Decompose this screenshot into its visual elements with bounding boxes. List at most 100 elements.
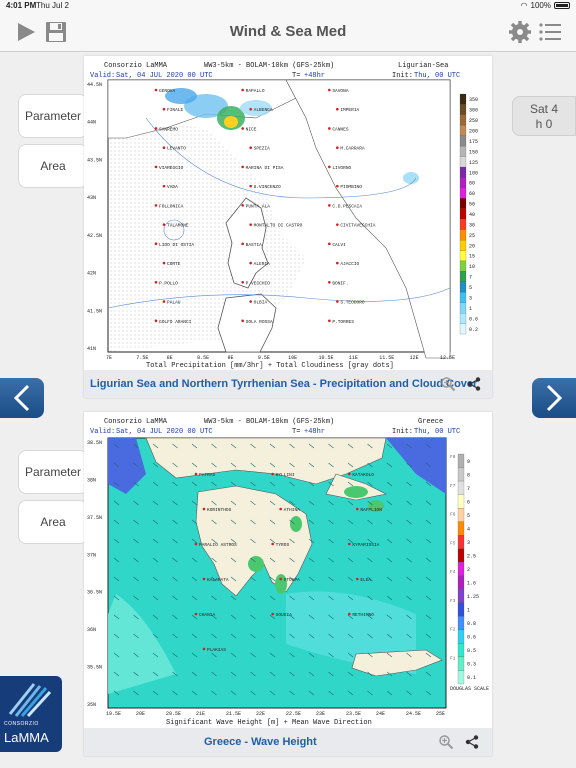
- latitude-tick-label: 35.5N: [87, 665, 102, 671]
- scale-swatch: [459, 93, 467, 105]
- chevron-right-icon: [546, 384, 563, 412]
- place-marker: [328, 242, 331, 246]
- scale-value-label: 10: [469, 264, 475, 270]
- douglas-scale-label: F3: [450, 598, 456, 604]
- previous-map-button[interactable]: [0, 378, 44, 418]
- parameter-button-label: Parameter: [24, 465, 82, 479]
- share-icon[interactable]: [466, 376, 482, 392]
- place-marker: [328, 127, 331, 130]
- place-marker: [328, 319, 331, 323]
- map-footer: Significant Wave Height [m] + Mean Wave …: [166, 719, 372, 727]
- latitude-tick-label: 37N: [87, 552, 96, 558]
- status-bar: 4:01 PM Thu Jul 2 ◠ 100%: [0, 0, 576, 12]
- map-caption[interactable]: Ligurian Sea and Northern Tyrrhenian Sea…: [90, 378, 477, 390]
- place-marker: [328, 204, 331, 207]
- area-button-1[interactable]: Area: [18, 144, 88, 188]
- scale-value-label: 0.6: [467, 635, 476, 641]
- place-label: NICE: [246, 126, 257, 132]
- place-label: P.POLLO: [159, 280, 178, 286]
- scale-value-label: 4: [467, 526, 470, 532]
- place-marker: [249, 146, 252, 149]
- list-menu-icon[interactable]: [538, 20, 562, 44]
- zoom-in-icon[interactable]: [440, 376, 456, 392]
- place-marker: [249, 184, 252, 188]
- latitude-tick-label: 44N: [87, 120, 96, 126]
- scale-swatch: [457, 670, 465, 685]
- scale-value-label: 0.8: [467, 621, 476, 627]
- place-marker: [336, 261, 339, 265]
- place-label: ATHINA: [284, 507, 301, 513]
- scale-value-label: 8: [467, 472, 470, 478]
- t-value: +48hr: [304, 72, 325, 80]
- navigation-bar: Wind & Sea Med: [0, 12, 576, 52]
- place-label: SAVONA: [332, 88, 349, 94]
- ligurian-map[interactable]: Consorzio LaMMA WW3-5km - BOLAM-10km (GF…: [86, 58, 490, 370]
- scale-value-label: 175: [469, 139, 478, 145]
- place-marker: [194, 612, 198, 616]
- longitude-tick-label: 7E: [106, 355, 112, 361]
- map-header-right: Ligurian-Sea: [398, 62, 448, 70]
- map-header-center: WW3-5km - BOLAM-10km (GFS-25km): [204, 62, 334, 70]
- scale-value-label: 9: [467, 459, 470, 465]
- scale-value-label: 0.3: [467, 662, 476, 668]
- place-label: KYPARISSIA: [352, 542, 379, 548]
- parameter-button-2[interactable]: Parameter: [18, 450, 88, 494]
- longitude-ticks: 7E 7.5E 8E 8.5E 9E 9.5E 10E 10.5E 11E 11.5E 12E 12.…: [106, 355, 455, 361]
- place-marker: [271, 472, 274, 476]
- map-caption[interactable]: Greece - Wave Height: [204, 736, 317, 748]
- scale-swatch: [459, 302, 467, 314]
- gear-icon[interactable]: [508, 20, 532, 44]
- scale-swatch: [459, 187, 467, 199]
- latitude-tick-label: 37.5N: [87, 515, 102, 521]
- place-label: C.D.PESCAIA: [332, 203, 362, 209]
- place-label: PUNTA ALA: [246, 203, 271, 209]
- longitude-tick-label: 11E: [349, 355, 358, 361]
- scale-value-label: 1: [469, 306, 472, 312]
- next-map-button[interactable]: [532, 378, 576, 418]
- scale-value-label: 30: [469, 222, 475, 228]
- douglas-scale-label: F6: [450, 512, 456, 518]
- parameter-button-1[interactable]: Parameter: [18, 94, 88, 138]
- place-marker: [162, 300, 166, 303]
- scale-swatch: [459, 104, 467, 115]
- zoom-in-icon[interactable]: [438, 734, 454, 750]
- scale-value-label: 20: [469, 243, 475, 249]
- douglas-scale-label: DOUGLAS SCALE: [450, 686, 489, 692]
- place-label: MONTALTO DI CASTRO: [254, 223, 303, 229]
- greece-map[interactable]: Consorzio LaMMA WW3-5km - BOLAM-10km (GF…: [86, 414, 490, 728]
- t-label: T=: [292, 72, 300, 80]
- scale-swatch: [459, 239, 467, 251]
- place-marker: [162, 223, 166, 226]
- place-label: FOLLONICA: [159, 203, 184, 209]
- place-label: ALBENGA: [254, 107, 273, 113]
- lamma-logo[interactable]: CONSORZIO LaMMA: [0, 676, 62, 752]
- map-header-right: Greece: [418, 418, 443, 426]
- longitude-tick-label: 23E: [316, 711, 325, 717]
- longitude-tick-label: 20.5E: [166, 711, 181, 717]
- longitude-tick-label: 10E: [288, 355, 297, 361]
- place-marker: [249, 261, 252, 265]
- place-marker: [154, 165, 158, 169]
- area-button-2[interactable]: Area: [18, 500, 88, 544]
- longitude-tick-label: 9E: [227, 355, 233, 361]
- scale-swatch: [459, 229, 467, 241]
- place-label: PIOMBINO: [340, 184, 362, 190]
- place-marker: [249, 300, 252, 303]
- place-marker: [241, 88, 244, 92]
- status-time: 4:01 PM: [6, 1, 37, 10]
- place-label: OLBIA: [254, 300, 268, 306]
- scale-value-label: 1: [467, 608, 470, 614]
- battery-icon: [554, 2, 570, 9]
- place-marker: [154, 88, 158, 92]
- forecast-time-selector[interactable]: Sat 4 h 0: [512, 96, 576, 136]
- place-label: SPEZIA: [254, 146, 271, 152]
- place-label: VIAREGGIO: [159, 165, 184, 171]
- scale-value-label: 60: [469, 191, 475, 197]
- place-label: TALAMONE: [167, 223, 189, 229]
- place-label: ELEA: [360, 577, 371, 583]
- status-date: Thu Jul 2: [36, 1, 69, 10]
- share-icon[interactable]: [464, 734, 480, 750]
- latitude-tick-label: 43.5N: [87, 157, 102, 163]
- place-label: PATRAS: [199, 472, 216, 478]
- scale-swatch: [457, 548, 465, 563]
